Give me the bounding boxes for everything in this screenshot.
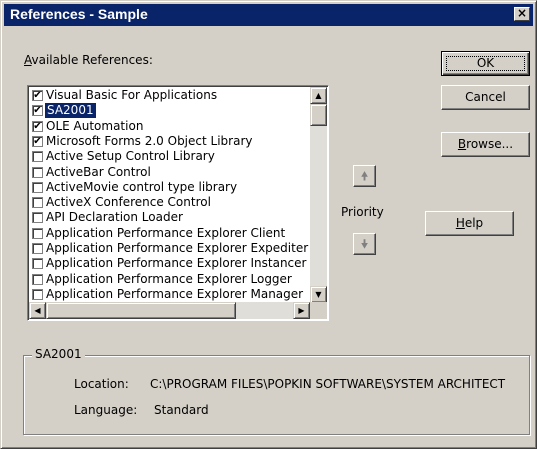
checkmark-icon: ✔ xyxy=(33,135,42,147)
reference-label: ActiveMovie control type library xyxy=(46,179,238,194)
reference-label: Active Setup Control Library xyxy=(46,149,215,164)
checkbox-unchecked[interactable] xyxy=(32,258,43,270)
arrow-right-icon: ▶ xyxy=(298,306,305,315)
checkbox-checked[interactable]: ✔ xyxy=(32,90,43,101)
title-bar[interactable]: References - Sample × xyxy=(4,4,533,26)
references-dialog: References - Sample × Available Referenc… xyxy=(0,0,537,449)
reference-item[interactable]: ✔ OLE Automation xyxy=(30,119,308,134)
checkbox-unchecked[interactable] xyxy=(32,197,43,209)
checkmark-icon: ✔ xyxy=(33,90,42,101)
vertical-scroll-thumb[interactable] xyxy=(310,104,327,126)
checkbox-checked[interactable]: ✔ xyxy=(32,105,43,117)
arrow-up-icon: 🠝 xyxy=(360,169,369,183)
focus-rect xyxy=(446,56,525,71)
reference-label: Microsoft Forms 2.0 Object Library xyxy=(46,133,253,148)
priority-down-button[interactable]: 🠟 xyxy=(353,233,376,255)
checkbox-checked[interactable]: ✔ xyxy=(32,120,43,132)
reference-label: Application Performance Explorer Expedit… xyxy=(46,241,309,255)
checkbox-checked[interactable]: ✔ xyxy=(32,135,43,147)
checkbox-unchecked[interactable] xyxy=(32,212,43,224)
checkbox-unchecked[interactable] xyxy=(32,243,43,254)
reference-details-group: SA2001 Location: C:\PROGRAM FILES\POPKIN… xyxy=(23,347,530,435)
location-label: Location: xyxy=(74,377,129,391)
help-button[interactable]: Help xyxy=(425,211,514,236)
priority-label: Priority xyxy=(341,205,384,219)
reference-item[interactable]: Application Performance Explorer Client xyxy=(30,226,308,241)
checkbox-unchecked[interactable] xyxy=(32,227,43,239)
group-title: SA2001 xyxy=(32,347,85,361)
close-icon: × xyxy=(516,6,528,20)
horizontal-scrollbar[interactable]: ◀ ▶ xyxy=(29,302,310,319)
reference-label: Application Performance Explorer Manager xyxy=(46,286,304,301)
reference-item[interactable]: ✔ Microsoft Forms 2.0 Object Library xyxy=(30,134,308,149)
scrollbar-corner xyxy=(310,302,327,319)
reference-item[interactable]: Active Setup Control Library xyxy=(30,149,308,164)
checkbox-unchecked[interactable] xyxy=(32,181,43,193)
reference-item[interactable]: Application Performance Explorer Expedit… xyxy=(30,241,308,256)
reference-item[interactable]: ActiveX Conference Control xyxy=(30,195,308,210)
browse-label: rowse... xyxy=(466,137,514,151)
reference-item[interactable]: API Declaration Loader xyxy=(30,210,308,225)
reference-item[interactable]: ✔ Visual Basic For Applications xyxy=(30,88,308,103)
checkbox-unchecked[interactable] xyxy=(32,288,43,300)
reference-label: Application Performance Explorer Logger xyxy=(46,271,292,286)
location-value: C:\PROGRAM FILES\POPKIN SOFTWARE\SYSTEM … xyxy=(150,377,506,391)
language-value: Standard xyxy=(154,403,209,417)
reference-item[interactable]: ActiveMovie control type library xyxy=(30,180,308,195)
cancel-button[interactable]: Cancel xyxy=(441,85,530,110)
accelerator-key: A xyxy=(24,53,32,67)
accelerator-key: B xyxy=(457,137,467,151)
cancel-label: Cancel xyxy=(465,90,506,104)
scroll-right-button[interactable]: ▶ xyxy=(293,302,310,319)
references-listbox[interactable]: ✔ Visual Basic For Applications ✔ SA2001 ✔ OL… xyxy=(27,85,329,321)
reference-label: Application Performance Explorer Instanc… xyxy=(46,256,307,271)
priority-up-button[interactable]: 🠝 xyxy=(353,165,376,187)
reference-label: OLE Automation xyxy=(46,118,144,133)
checkmark-icon: ✔ xyxy=(33,105,42,117)
reference-label: SA2001 xyxy=(45,103,96,119)
label-text: vailable References: xyxy=(31,53,153,67)
reference-label: Application Performance Explorer Client xyxy=(46,225,286,240)
reference-item[interactable]: Application Performance Explorer Manager xyxy=(30,287,308,302)
arrow-up-icon: ▲ xyxy=(315,91,322,100)
checkbox-unchecked[interactable] xyxy=(32,151,43,163)
arrow-down-icon: 🠟 xyxy=(360,237,369,251)
reference-item[interactable]: ActiveBar Control xyxy=(30,165,308,180)
horizontal-scroll-thumb[interactable] xyxy=(46,302,236,319)
language-label: Language: xyxy=(74,403,138,417)
reference-item[interactable]: Application Performance Explorer Logger xyxy=(30,272,308,287)
vertical-scrollbar[interactable]: ▲ ▼ xyxy=(310,87,327,303)
scroll-down-button[interactable]: ▼ xyxy=(310,286,327,303)
reference-label: ActiveX Conference Control xyxy=(46,195,211,210)
arrow-down-icon: ▼ xyxy=(315,290,322,299)
scroll-left-button[interactable]: ◀ xyxy=(29,302,46,319)
checkbox-unchecked[interactable] xyxy=(32,166,43,178)
reference-item[interactable]: Application Performance Explorer Instanc… xyxy=(30,256,308,271)
checkmark-icon: ✔ xyxy=(33,120,42,132)
browse-button[interactable]: Browse... xyxy=(441,132,530,157)
checkbox-unchecked[interactable] xyxy=(32,273,43,285)
dialog-title: References - Sample xyxy=(10,6,148,22)
arrow-left-icon: ◀ xyxy=(34,306,41,315)
scroll-up-button[interactable]: ▲ xyxy=(310,87,327,104)
ok-button[interactable]: OK xyxy=(441,51,530,76)
reference-label: ActiveBar Control xyxy=(46,164,151,179)
available-references-label: Available References: xyxy=(24,53,153,67)
reference-label: Visual Basic For Applications xyxy=(46,88,218,102)
reference-item[interactable]: ✔ SA2001 xyxy=(30,103,308,119)
accelerator-key: H xyxy=(455,216,465,230)
reference-label: API Declaration Loader xyxy=(46,210,183,225)
help-label: elp xyxy=(464,216,484,230)
close-button[interactable]: × xyxy=(514,7,530,21)
